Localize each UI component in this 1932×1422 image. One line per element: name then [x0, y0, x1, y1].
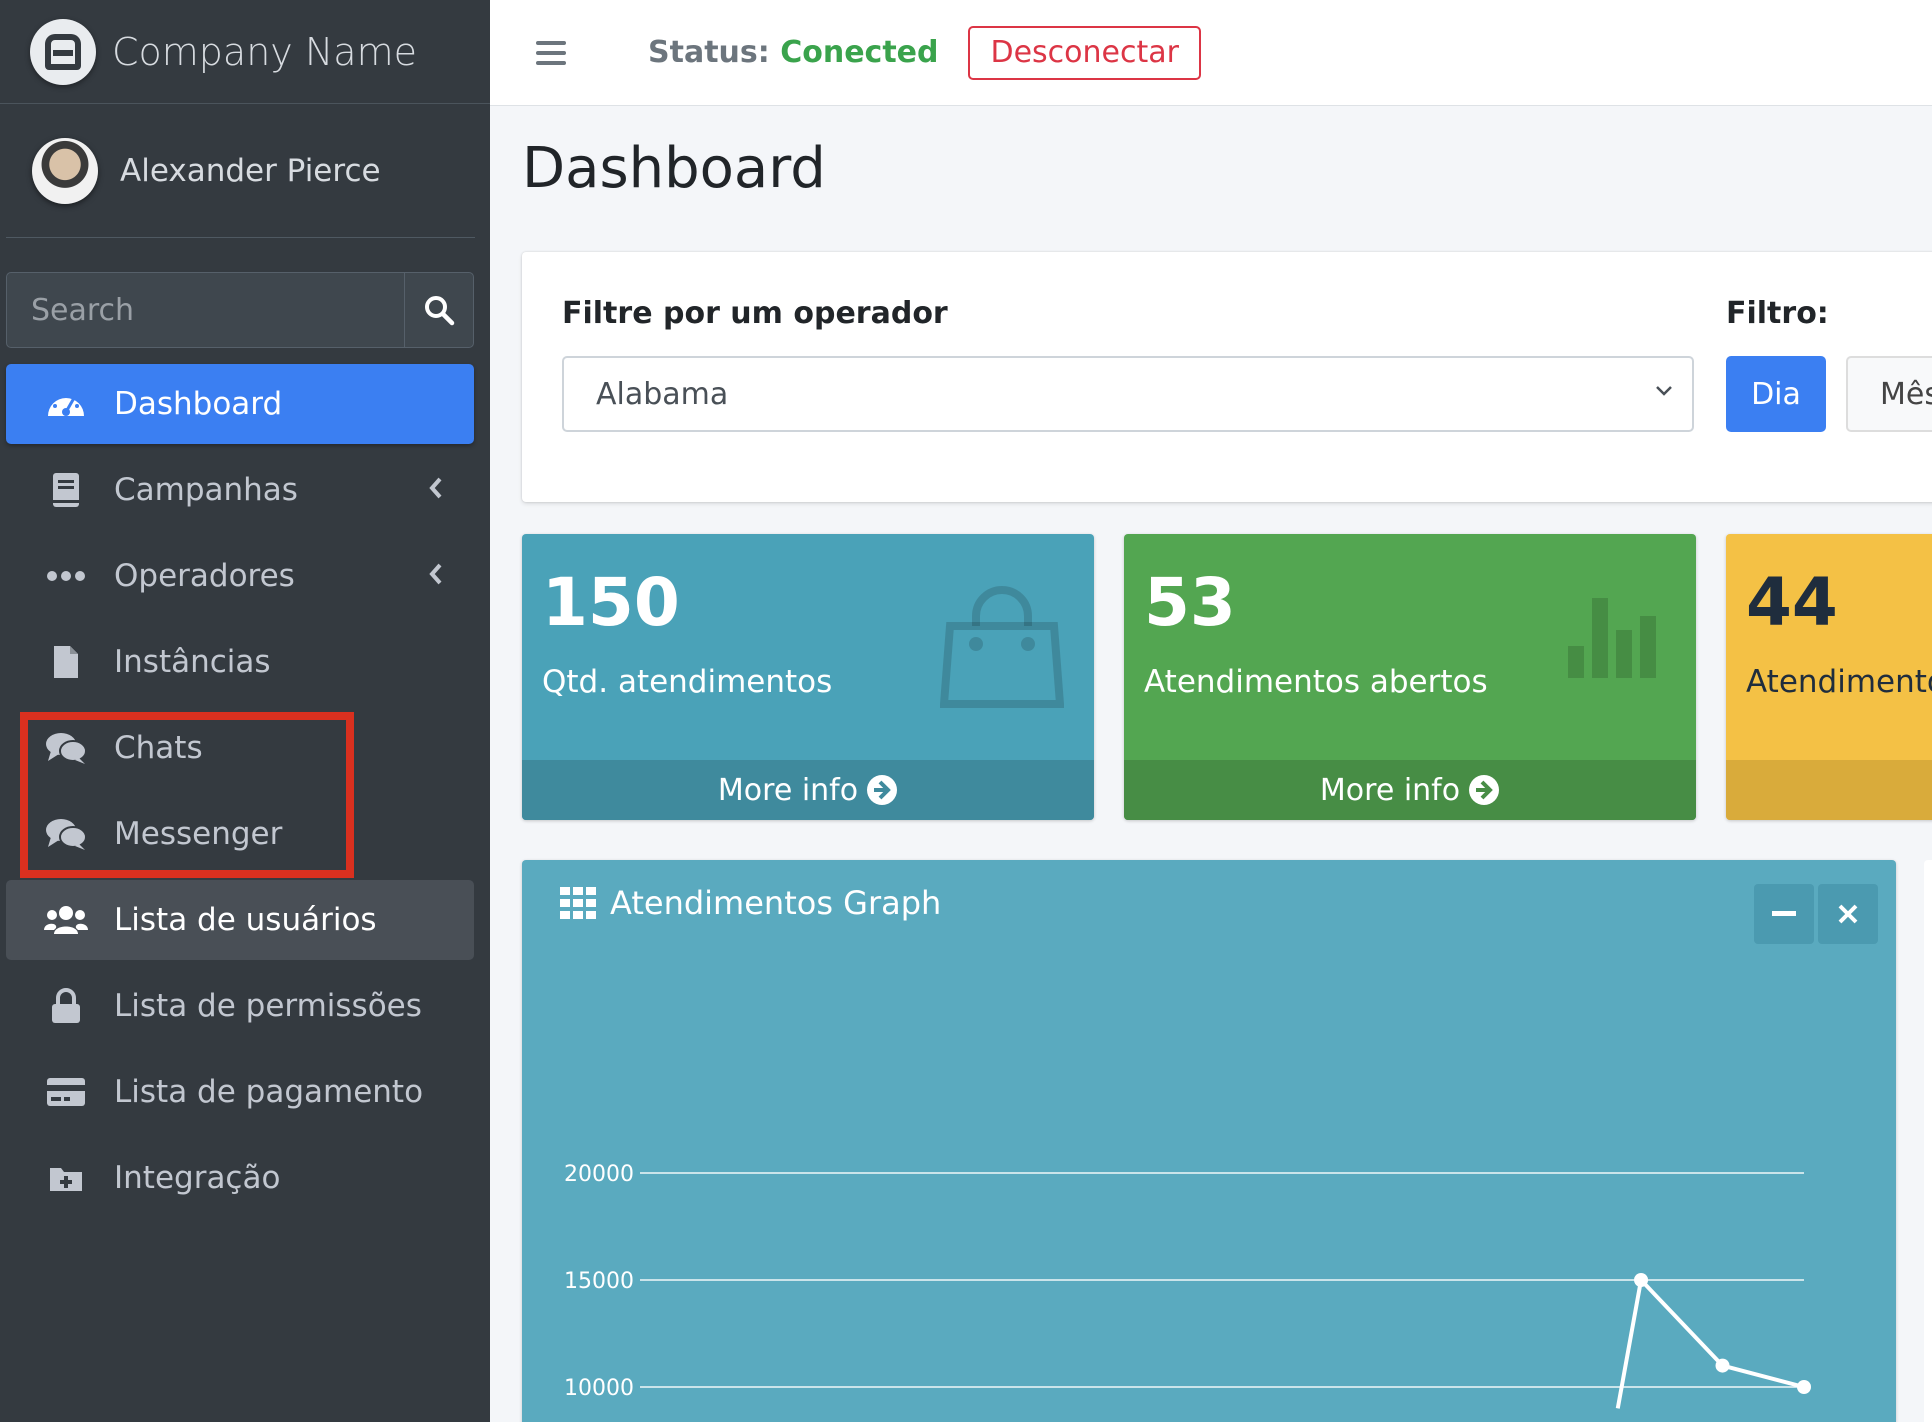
atendimentos-graph-card: 20000 15000 10000 Atendimentos Graph — [522, 860, 1896, 1422]
brand-logo — [30, 18, 96, 85]
operator-select[interactable]: Alabama — [562, 356, 1694, 432]
sidebar-item-lista-pagamento[interactable]: Lista de pagamento — [6, 1052, 474, 1132]
stat-label: Atendimentos — [1746, 664, 1932, 700]
stat-label: Qtd. atendimentos — [542, 664, 833, 700]
hamburger-menu-icon[interactable] — [536, 35, 566, 71]
search-icon — [425, 296, 455, 326]
grid-icon — [560, 887, 596, 919]
collapse-button[interactable] — [1754, 884, 1814, 944]
sidebar-item-instancias[interactable]: Instâncias — [6, 622, 474, 702]
file-icon — [44, 642, 88, 682]
arrow-circle-right-icon — [867, 775, 898, 805]
period-day-button[interactable]: Dia — [1726, 356, 1826, 432]
lock-icon — [44, 986, 88, 1026]
brand[interactable]: Company Name — [0, 0, 490, 104]
arrow-circle-right-icon — [1469, 775, 1500, 805]
stat-box-third: 44 Atendimentos — [1726, 534, 1932, 820]
search-input[interactable] — [7, 273, 404, 347]
chevron-down-icon — [1656, 386, 1672, 396]
operator-select-value: Alabama — [596, 376, 729, 412]
sidebar-item-campanhas[interactable]: Campanhas — [6, 450, 474, 530]
more-info-label: More info — [717, 772, 859, 808]
sidebar-item-label: Lista de permissões — [114, 988, 422, 1024]
data-point[interactable] — [1715, 1358, 1730, 1373]
adjacent-card — [1924, 860, 1932, 1422]
avatar — [32, 137, 98, 204]
period-month-button[interactable]: Mês — [1846, 356, 1932, 432]
data-point[interactable] — [1797, 1380, 1811, 1394]
operator-filter-label: Filtre por um operador — [562, 296, 948, 331]
period-filter-label: Filtro: — [1726, 296, 1829, 331]
connection-status: Status: Conected — [648, 35, 938, 70]
stat-value: 53 — [1144, 564, 1236, 641]
stat-label: Atendimentos abertos — [1144, 664, 1488, 700]
credit-card-icon — [44, 1072, 88, 1112]
ellipsis-icon — [44, 556, 88, 596]
disconnect-button[interactable]: Desconectar — [968, 25, 1201, 80]
close-button[interactable] — [1818, 884, 1878, 944]
bar-chart-icon — [1568, 598, 1656, 678]
graph-title-row: Atendimentos Graph — [560, 884, 941, 922]
chevron-left-icon — [429, 477, 442, 499]
top-navbar: Status: Conected Desconectar — [490, 0, 1932, 106]
user-panel[interactable]: Alexander Pierce — [6, 104, 475, 238]
dashboard-gauge-icon — [44, 384, 88, 424]
users-icon — [44, 900, 88, 940]
more-info-link[interactable] — [1726, 760, 1932, 820]
sidebar-item-operadores[interactable]: Operadores — [6, 536, 474, 616]
sidebar-item-label: Dashboard — [114, 386, 283, 422]
y-tick-label: 10000 — [564, 1376, 634, 1401]
stat-value: 150 — [542, 564, 680, 641]
sidebar-item-label: Operadores — [114, 558, 295, 594]
book-icon — [44, 470, 88, 510]
folder-plus-icon — [44, 1158, 88, 1198]
more-info-link[interactable]: More info — [1124, 760, 1696, 820]
line-chart: 20000 15000 10000 — [564, 1162, 1811, 1409]
series-line — [1615, 1275, 1805, 1409]
chevron-left-icon — [429, 563, 442, 585]
data-point[interactable] — [1634, 1273, 1649, 1287]
more-info-link[interactable]: More info — [522, 760, 1094, 820]
page-title: Dashboard — [522, 136, 826, 201]
brand-name: Company Name — [112, 29, 417, 74]
sidebar-item-label: Campanhas — [114, 472, 298, 508]
sidebar-item-lista-permissoes[interactable]: Lista de permissões — [6, 966, 474, 1046]
sidebar-item-label: Integração — [114, 1160, 281, 1196]
minus-icon — [1772, 911, 1796, 916]
sidebar-item-dashboard[interactable]: Dashboard — [6, 364, 474, 444]
status-label: Status: — [648, 35, 770, 70]
sidebar-item-label: Instâncias — [114, 644, 271, 680]
stat-value: 44 — [1746, 564, 1838, 641]
sidebar-search — [6, 272, 474, 348]
highlight-annotation-box — [20, 712, 354, 878]
shopping-bag-icon — [940, 586, 1064, 708]
more-info-label: More info — [1319, 772, 1461, 808]
y-tick-label: 15000 — [564, 1269, 634, 1294]
close-icon — [1838, 904, 1858, 924]
status-value: Conected — [780, 35, 939, 70]
sidebar-item-lista-usuarios[interactable]: Lista de usuários — [6, 880, 474, 960]
stat-box-open: 53 Atendimentos abertos More info — [1124, 534, 1696, 820]
search-button[interactable] — [404, 273, 473, 347]
sidebar-item-label: Lista de usuários — [114, 902, 377, 938]
sidebar-item-label: Lista de pagamento — [114, 1074, 424, 1110]
stat-box-total: 150 Qtd. atendimentos More info — [522, 534, 1094, 820]
user-name: Alexander Pierce — [120, 152, 381, 189]
y-tick-label: 20000 — [564, 1162, 634, 1187]
filter-card: Filtre por um operador Alabama Filtro: D… — [522, 252, 1932, 502]
graph-title: Atendimentos Graph — [610, 884, 942, 922]
sidebar-item-integracao[interactable]: Integração — [6, 1138, 474, 1218]
